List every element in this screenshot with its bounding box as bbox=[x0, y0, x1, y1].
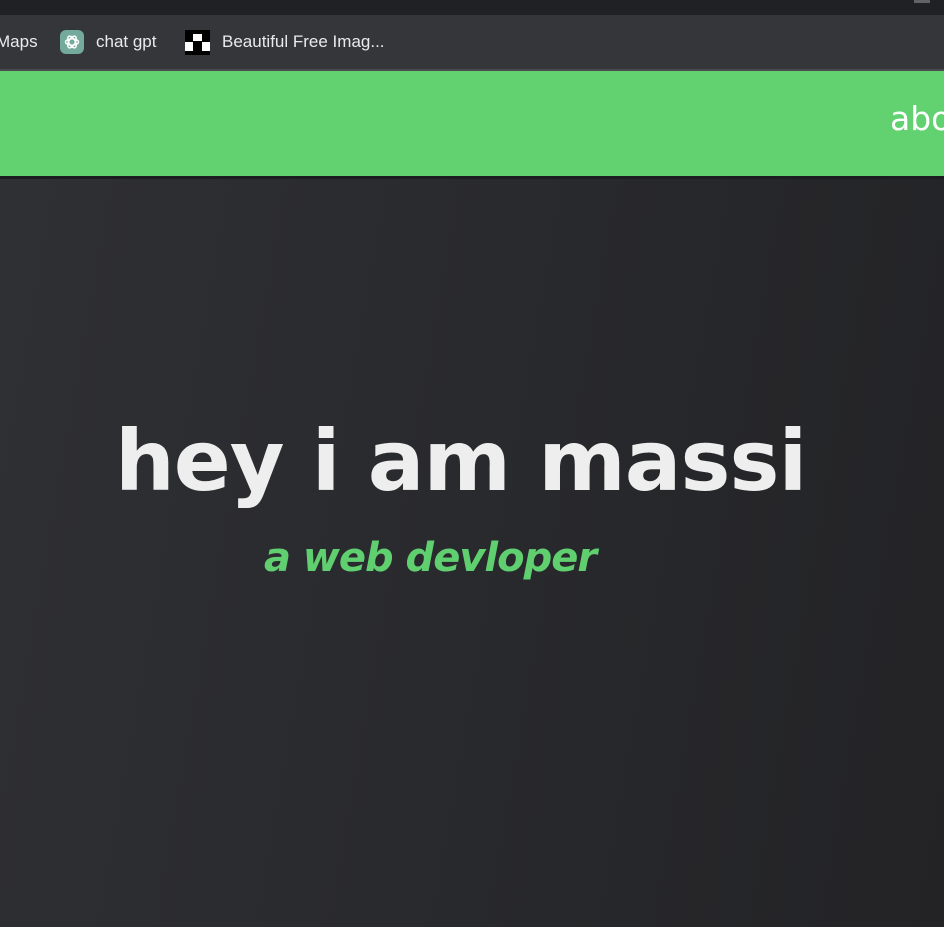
hero-subtitle: a web devloper bbox=[264, 535, 597, 581]
site-navbar: abo bbox=[0, 71, 944, 179]
bookmark-label: chat gpt bbox=[96, 32, 157, 51]
window-control-edge[interactable] bbox=[914, 0, 930, 3]
hero-section: hey i am massi a web devloper bbox=[0, 179, 944, 927]
bookmark-unsplash[interactable]: Beautiful Free Imag... bbox=[185, 15, 385, 69]
bookmark-maps[interactable]: Maps bbox=[0, 15, 38, 69]
unsplash-icon bbox=[185, 29, 210, 55]
hero-title: hey i am massi bbox=[115, 412, 807, 510]
bookmark-label: Maps bbox=[0, 32, 38, 51]
bookmark-chat-gpt[interactable]: chat gpt bbox=[60, 15, 157, 69]
bookmarks-bar: Maps chat gpt Beautiful Free Imag... bbox=[0, 15, 944, 71]
bookmark-label: Beautiful Free Imag... bbox=[222, 32, 385, 51]
browser-top-strip bbox=[0, 0, 944, 15]
nav-link-about[interactable]: abo bbox=[890, 99, 944, 138]
chatgpt-icon bbox=[60, 30, 84, 54]
